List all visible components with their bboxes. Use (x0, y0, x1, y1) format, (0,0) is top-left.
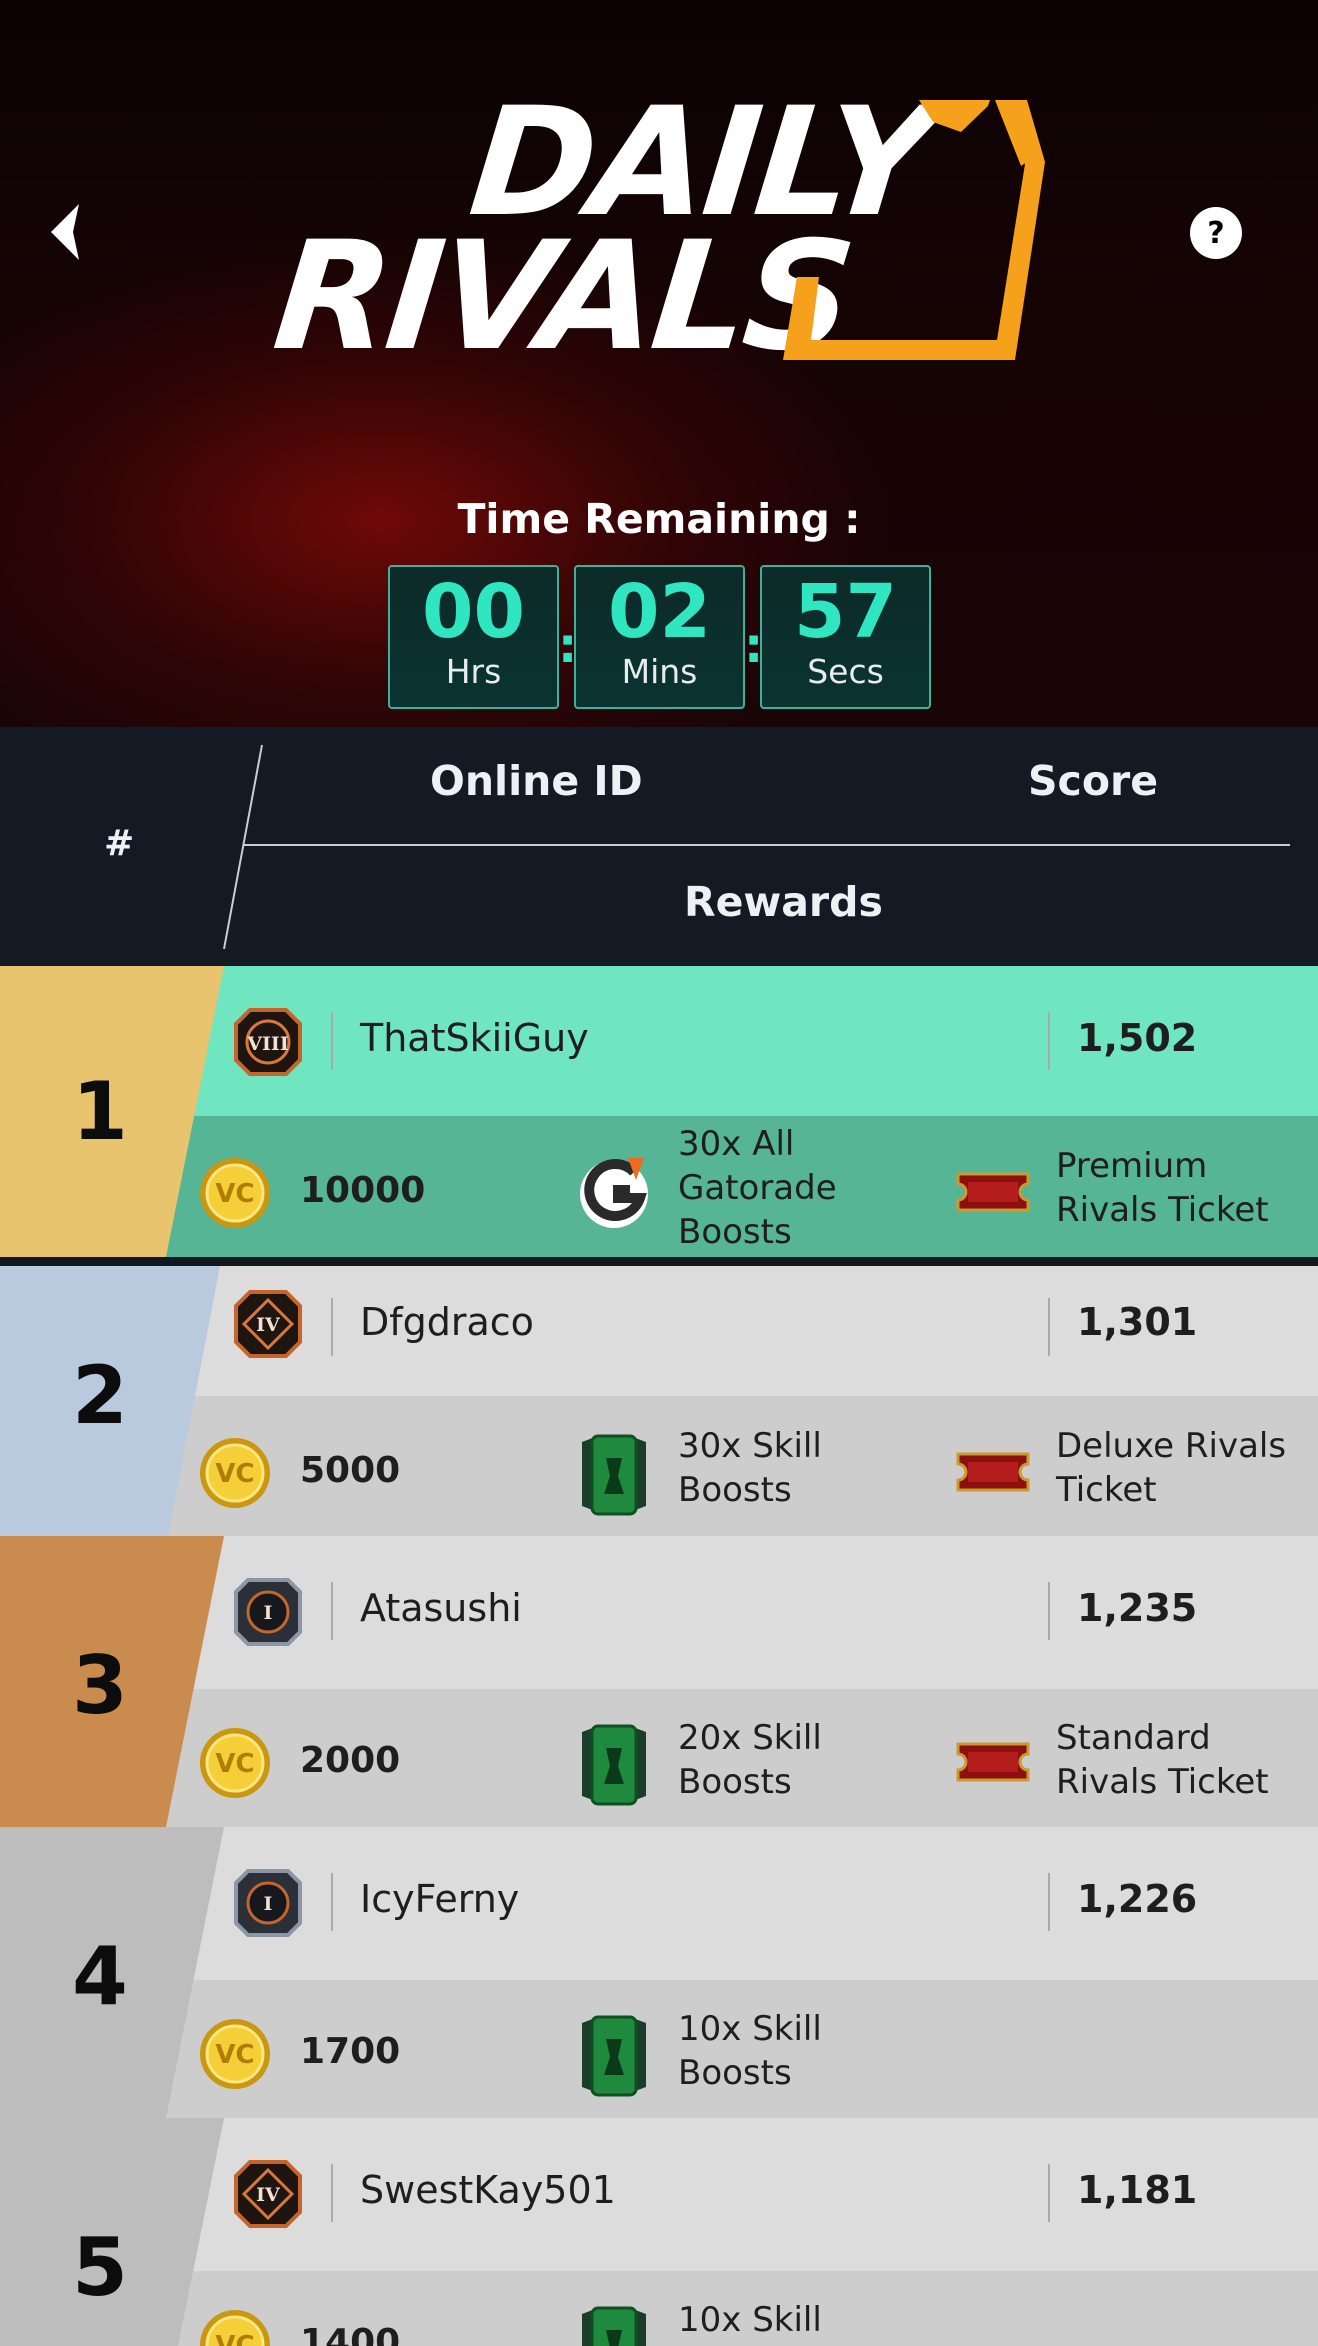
timer-minutes: 02 Mins (574, 565, 745, 709)
rank-badge-icon: IV (234, 1290, 302, 1358)
timer-seconds-value: 57 (794, 569, 897, 655)
ticket-reward-text: Deluxe Rivals Ticket (1056, 1426, 1287, 1510)
leaderboard-row[interactable]: 2 IV Dfgdraco 1,301 VC 5000 30x Skill Bo… (0, 1266, 1318, 1557)
rank-badge-icon: VIII (234, 1008, 302, 1076)
reward-item-text: 10x Skill (678, 2300, 822, 2340)
rivals-ticket-icon (956, 1742, 1030, 1782)
time-remaining-label: Time Remaining : (457, 495, 861, 543)
divider (331, 2164, 333, 2222)
chevron-left-icon (51, 204, 79, 260)
back-button[interactable] (40, 195, 90, 269)
divider (331, 1873, 333, 1931)
svg-text:VC: VC (215, 1749, 254, 1779)
timer-hours-value: 00 (422, 569, 525, 655)
vc-coin-icon: VC (200, 1438, 270, 1508)
header: DAILY RIVALS ? Time Remaining : 00 Hrs :… (0, 0, 1318, 727)
player-online-id[interactable]: IcyFerny (360, 1877, 519, 1921)
divider (1048, 1298, 1050, 1356)
player-online-id[interactable]: Atasushi (360, 1586, 522, 1630)
rank-column-header: # (104, 823, 135, 864)
reward-item-text: 20x Skill Boosts (678, 1718, 822, 1802)
rank-number: 2 (72, 1349, 128, 1442)
reward-item-text: 10x Skill Boosts (678, 2009, 822, 2093)
skill-boost-icon (582, 1434, 646, 1516)
rank-number: 5 (72, 2221, 128, 2314)
vc-reward-amount: 10000 (300, 1170, 426, 1211)
rank-badge-label: I (264, 1893, 273, 1915)
leaderboard-header: # Online ID Score Rewards (0, 727, 1318, 966)
divider (331, 1298, 333, 1356)
player-score: 1,301 (1077, 1300, 1198, 1344)
skill-boost-icon (582, 2306, 646, 2346)
vc-coin-icon: VC (200, 2310, 270, 2346)
rank-badge-icon: I (234, 1869, 302, 1937)
rank-number: 1 (72, 1065, 128, 1158)
rewards-column-header: Rewards (684, 878, 883, 926)
logo-rivals-text: RIVALS (266, 210, 859, 384)
divider (331, 1012, 333, 1070)
svg-text:VC: VC (215, 2331, 254, 2346)
timer-hours: 00 Hrs (388, 565, 559, 709)
player-online-id[interactable]: Dfgdraco (360, 1300, 534, 1344)
skill-boost-icon (582, 2015, 646, 2097)
timer-hours-unit: Hrs (445, 652, 502, 691)
vc-reward-amount: 5000 (300, 1450, 401, 1491)
leaderboard-row[interactable]: 3 I Atasushi 1,235 VC 2000 20x Skill Boo… (0, 1536, 1318, 1827)
rank-number: 4 (72, 1930, 128, 2023)
svg-text:VC: VC (215, 1459, 254, 1489)
divider (1048, 1873, 1050, 1931)
rank-badge-icon: IV (234, 2160, 302, 2228)
timer-minutes-value: 02 (608, 569, 711, 655)
player-online-id[interactable]: ThatSkiiGuy (360, 1016, 589, 1060)
rank-badge-label: IV (256, 1314, 281, 1336)
player-score: 1,235 (1077, 1586, 1198, 1630)
vc-reward-amount: 2000 (300, 1740, 401, 1781)
vc-reward-amount: 1400 (300, 2322, 401, 2346)
help-button[interactable]: ? (1190, 207, 1242, 259)
timer-seconds-unit: Secs (807, 652, 884, 691)
divider (1048, 1012, 1050, 1070)
reward-item-text: 30x Skill Boosts (678, 1426, 822, 1510)
rivals-ticket-icon (956, 1172, 1030, 1212)
ticket-reward-text: Premium Rivals Ticket (1056, 1146, 1269, 1230)
rank-badge-label: IV (256, 2184, 281, 2206)
player-online-id[interactable]: SwestKay501 (360, 2168, 616, 2212)
timer-seconds: 57 Secs (760, 565, 931, 709)
rank-badge-label: I (264, 1602, 273, 1624)
score-column-header: Score (1028, 757, 1159, 805)
player-score: 1,502 (1077, 1016, 1198, 1060)
timer-minutes-unit: Mins (621, 652, 698, 691)
player-score: 1,226 (1077, 1877, 1198, 1921)
timer-colon: : (558, 618, 578, 674)
timer-colon: : (744, 618, 764, 674)
svg-text:VC: VC (215, 2040, 254, 2070)
skill-boost-icon (582, 1724, 646, 1806)
vc-coin-icon: VC (200, 1728, 270, 1798)
jersey-logo-icon (783, 100, 1045, 360)
gatorade-icon (580, 1158, 648, 1228)
ticket-reward-text: Standard Rivals Ticket (1056, 1718, 1269, 1802)
leaderboard-row[interactable]: 5 IV SwestKay501 1,181 VC 1400 10x Skill (0, 2118, 1318, 2346)
divider (1048, 1582, 1050, 1640)
rank-badge-icon: I (234, 1578, 302, 1646)
leaderboard-row[interactable]: 1 VIII ThatSkiiGuy 1,502 VC 10000 30x Al… (0, 966, 1318, 1257)
rank-number: 3 (72, 1639, 128, 1732)
divider (331, 1582, 333, 1640)
player-score: 1,181 (1077, 2168, 1198, 2212)
leaderboard-row[interactable]: 4 I IcyFerny 1,226 VC 1700 10x Skill Boo… (0, 1827, 1318, 2118)
vc-reward-amount: 1700 (300, 2031, 401, 2072)
vc-coin-icon: VC (200, 2019, 270, 2089)
svg-text:VC: VC (215, 1179, 254, 1209)
rank-badge-label: VIII (246, 1033, 289, 1055)
vc-coin-icon: VC (200, 1158, 270, 1228)
reward-item-text: 30x All Gatorade Boosts (678, 1124, 837, 1252)
divider (1048, 2164, 1050, 2222)
online-id-column-header: Online ID (430, 757, 643, 805)
rivals-ticket-icon (956, 1452, 1030, 1492)
